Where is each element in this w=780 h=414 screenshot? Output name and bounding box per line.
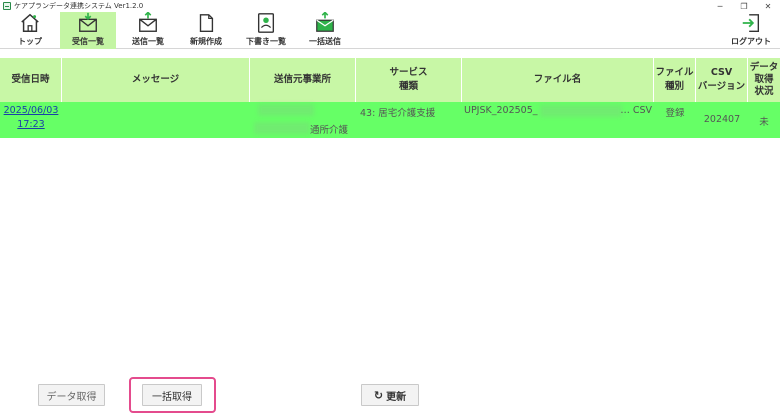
redacted-filename [540,105,622,117]
received-date-link[interactable]: 2025/06/03 17:23 [0,102,62,138]
column-header-message[interactable]: メッセージ [62,58,250,102]
restore-button[interactable]: ❐ [732,0,756,12]
toolbar: トップ 受信一覧 送信一覧 新規作成 下書き一覧 一括送信 ログアウト [0,12,780,49]
toolbar-new[interactable]: 新規作成 [182,12,230,49]
toolbar-outbox[interactable]: 送信一覧 [124,12,172,49]
refresh-button[interactable]: ↻ 更新 [361,384,419,406]
toolbar-inbox-label: 受信一覧 [72,37,104,46]
draft-icon [257,13,275,33]
column-header-status[interactable]: データ 取得 状況 [748,58,780,102]
window-controls: ─ ❐ ✕ [708,0,780,12]
toolbar-inbox[interactable]: 受信一覧 [60,12,116,49]
logout-icon [742,14,760,32]
toolbar-drafts-label: 下書き一覧 [246,37,286,46]
toolbar-logout[interactable]: ログアウト [726,12,776,49]
outbox-icon [139,12,157,32]
redacted-sender-2 [254,122,310,134]
toolbar-outbox-label: 送信一覧 [132,37,164,46]
toolbar-bulk-send-label: 一括送信 [309,37,341,46]
new-document-icon [199,14,214,32]
bulk-send-icon [316,12,334,32]
csv-version-cell: 202407 [703,114,741,125]
minimize-button[interactable]: ─ [708,0,732,12]
file-type-cell: 登録 [665,108,685,119]
table-row[interactable]: 2025/06/03 17:23 通所介護 43: 居宅介護支援 UPJSK_2… [0,102,780,138]
home-icon [21,13,39,32]
toolbar-drafts[interactable]: 下書き一覧 [240,12,292,49]
column-header-sender[interactable]: 送信元事業所 [250,58,356,102]
column-header-received-at[interactable]: 受信日時 [0,58,62,102]
service-cell: 43: 居宅介護支援 [360,108,436,119]
window-title: ケアプランデータ連携システム Ver1.2.0 [14,2,144,10]
toolbar-bulk-send[interactable]: 一括送信 [300,12,350,49]
column-header-filename[interactable]: ファイル名 [462,58,654,102]
column-header-file-type[interactable]: ファイル 種別 [654,58,696,102]
column-header-service[interactable]: サービス 種類 [356,58,462,102]
fetch-data-button[interactable]: データ取得 [38,384,105,406]
close-button[interactable]: ✕ [756,0,780,12]
app-icon [3,2,11,10]
toolbar-logout-label: ログアウト [731,37,771,46]
bulk-fetch-highlight [129,377,216,413]
redacted-sender [258,104,314,116]
refresh-label: 更新 [386,391,407,403]
inbox-icon [79,12,97,32]
column-header-csv-version[interactable]: CSV バージョン [696,58,748,102]
toolbar-top[interactable]: トップ [8,12,52,49]
message-cell [62,102,250,138]
filename-cell: UPJSK_202505_ … CSV [464,105,652,117]
refresh-icon: ↻ [373,388,384,402]
toolbar-top-label: トップ [18,37,42,46]
title-bar: ケアプランデータ連携システム Ver1.2.0 ─ ❐ ✕ [0,0,780,12]
toolbar-new-label: 新規作成 [190,37,222,46]
status-cell: 未 [759,117,769,128]
sender-cell: 通所介護 [250,102,356,138]
